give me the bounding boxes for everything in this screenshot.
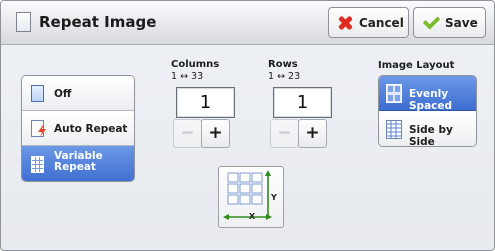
image-layout-group: Evenly Spaced Side by Side <box>378 75 477 147</box>
grid-document-icon <box>31 156 44 173</box>
columns-decrement-button[interactable]: − <box>173 119 202 148</box>
option-side-by-side[interactable]: Side by Side <box>379 112 476 147</box>
option-off-label: Off <box>54 88 72 100</box>
rows-increment-button[interactable]: + <box>298 119 327 148</box>
side-by-side-icon <box>386 120 402 139</box>
option-off[interactable]: Off <box>22 76 134 111</box>
columns-range: 1 ↔ 33 <box>171 71 204 82</box>
columns-heading: Columns <box>171 59 220 70</box>
save-button[interactable]: Save <box>413 7 486 38</box>
repeat-grid-diagram: Y X <box>218 166 284 228</box>
cancel-button[interactable]: Cancel <box>328 7 409 38</box>
repeat-image-window: Repeat Image Cancel Save Off Auto Repeat… <box>0 0 495 251</box>
evenly-spaced-icon <box>386 84 402 103</box>
option-auto-repeat[interactable]: Auto Repeat <box>22 111 134 146</box>
option-evenly-spaced-label: Evenly Spaced <box>409 88 453 112</box>
close-icon <box>337 15 353 31</box>
document-icon <box>31 85 44 102</box>
rows-value-field[interactable]: 1 <box>273 87 332 118</box>
option-auto-repeat-label: Auto Repeat <box>54 123 128 135</box>
lightning-icon <box>38 125 46 137</box>
rows-decrement-button[interactable]: − <box>270 119 299 148</box>
option-variable-repeat[interactable]: Variable Repeat <box>22 146 134 181</box>
diagram-y-label: Y <box>271 193 277 202</box>
rows-heading: Rows <box>268 59 298 70</box>
option-evenly-spaced[interactable]: Evenly Spaced <box>379 76 476 112</box>
option-variable-repeat-label: Variable Repeat <box>54 150 103 173</box>
option-side-by-side-label: Side by Side <box>409 124 453 147</box>
image-layout-heading: Image Layout <box>378 60 455 71</box>
columns-value-field[interactable]: 1 <box>176 87 235 118</box>
columns-increment-button[interactable]: + <box>201 119 230 148</box>
rows-range: 1 ↔ 23 <box>268 71 301 82</box>
cancel-label: Cancel <box>359 15 404 30</box>
save-label: Save <box>445 15 478 30</box>
document-icon <box>16 12 31 32</box>
window-title: Repeat Image <box>39 13 157 31</box>
diagram-x-label: X <box>249 212 256 221</box>
title-bar: Repeat Image Cancel Save <box>1 1 494 45</box>
repeat-mode-group: Off Auto Repeat Variable Repeat <box>21 75 135 182</box>
check-icon <box>422 11 441 30</box>
